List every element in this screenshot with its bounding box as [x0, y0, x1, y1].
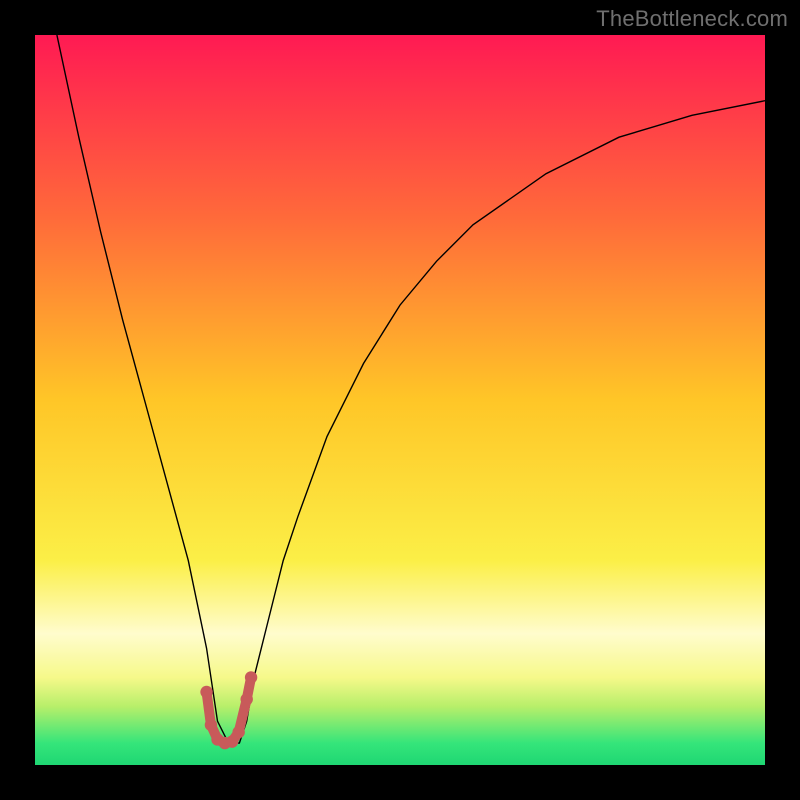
sweet-spot-marker: [200, 686, 212, 698]
sweet-spot-marker: [240, 693, 252, 705]
sweet-spot-marker: [205, 719, 217, 731]
watermark-text: TheBottleneck.com: [596, 6, 788, 32]
sweet-spot-marker: [232, 726, 244, 738]
outer-black-frame: TheBottleneck.com: [0, 0, 800, 800]
curve-layer: [35, 35, 765, 765]
sweet-spot-marker: [245, 671, 257, 683]
bottleneck-curve-line: [57, 35, 765, 743]
